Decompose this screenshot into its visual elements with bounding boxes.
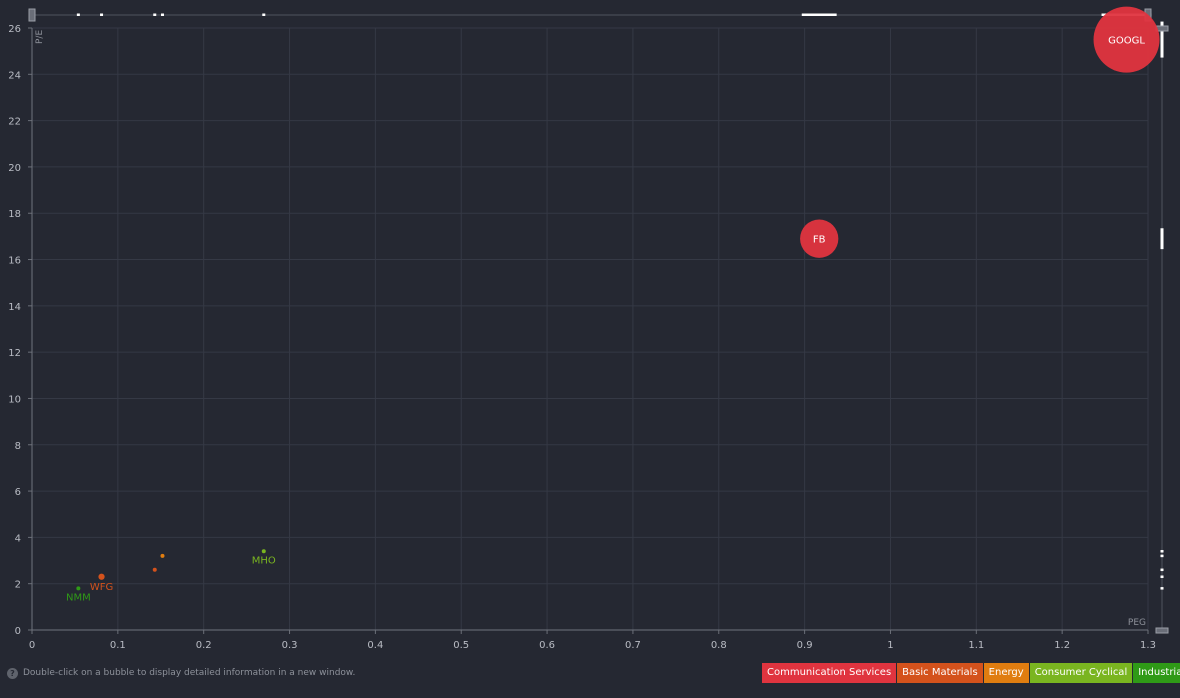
y-navigator-handle-bottom [1155,627,1169,634]
x-navigator-mark [100,13,104,16]
bubble-wfg[interactable]: WFG [90,573,113,593]
y-tick-label: 8 [15,441,21,452]
x-range-navigator[interactable] [28,8,1152,22]
footer-hint: ? Double-click on a bubble to display de… [7,666,355,680]
y-tick-label: 14 [8,302,21,313]
x-navigator-mark [153,13,157,16]
bubble-label: FB [813,235,826,246]
x-tick-label: 0.6 [539,640,555,651]
y-navigator-mark [1160,554,1164,558]
y-navigator-mark [1160,587,1164,590]
bubble-mark [261,549,266,554]
axes: 0 0.1 0.2 0.3 0.4 0.5 0.6 0.7 0.8 0.9 1 1.1 1.2 1.3 0 2… [8,24,1156,651]
y-tick-label: 26 [8,24,21,35]
x-tick-label: 1.2 [1054,640,1070,651]
y-navigator-mark [1160,575,1164,578]
x-tick-label: 1.1 [968,640,984,651]
y-tick-label: 0 [15,626,21,637]
bubble-label: MHO [252,555,276,566]
bubble-nmm[interactable]: NMM [66,586,91,603]
x-tick-label: 1.3 [1140,640,1156,651]
x-tick-label: 0.3 [282,640,298,651]
x-tick-label: 1 [887,640,893,651]
bubble-fb[interactable]: FB [800,219,839,258]
x-navigator-mark [76,13,80,16]
y-navigator-mark [1160,228,1164,250]
x-navigator-mark [160,13,164,16]
grid [31,27,1149,631]
help-icon: ? [7,667,18,679]
footer-hint-text: Double-click on a bubble to display deta… [23,668,356,678]
y-tick-label: 24 [8,70,21,81]
bubble-unlabeled-3[interactable] [152,567,157,572]
bubbles: GOOGL FB WFG MHO NMM [66,6,1160,603]
bubble-mark [160,553,165,558]
x-navigator-mark [801,13,837,16]
x-tick-label: 0.8 [711,640,727,651]
y-range-navigator[interactable] [1155,21,1169,634]
bubble-mark [98,573,105,580]
y-tick-label: 2 [15,580,21,591]
legend-item-energy[interactable]: Energy [982,663,1029,683]
y-tick-label: 4 [15,533,21,544]
y-tick-label: 12 [8,348,21,359]
bubble-unlabeled-4[interactable] [160,553,165,558]
x-axis-title: PEG [1128,618,1146,628]
bubble-mho[interactable]: MHO [252,549,276,566]
legend-item-basic-materials[interactable]: Basic Materials [896,663,983,683]
bubble-label: GOOGL [1108,36,1145,47]
y-navigator-mark [1160,568,1164,572]
x-tick-label: 0.1 [110,640,126,651]
x-navigator-mark [262,13,266,16]
legend-item-consumer-cyclical[interactable]: Consumer Cyclical [1028,663,1133,683]
x-tick-label: 0.4 [367,640,383,651]
x-tick-label: 0.9 [797,640,813,651]
y-axis-title: P/E [35,30,45,44]
x-navigator-handle-left [28,8,36,22]
x-tick-label: 0 [29,640,35,651]
x-tick-label: 0.5 [453,640,469,651]
y-navigator-mark [1160,550,1164,553]
bubble-mark [76,586,81,591]
y-tick-label: 6 [15,487,21,498]
legend: Communication Services Basic Materials Ene… [762,663,1180,683]
bubble-label: WFG [90,582,113,593]
bubble-googl[interactable]: GOOGL [1093,6,1160,73]
y-tick-label: 20 [8,163,21,174]
bubble-mark [152,567,157,572]
y-tick-label: 22 [8,117,21,128]
y-tick-label: 16 [8,256,21,267]
legend-item-communication-services[interactable]: Communication Services [762,663,897,683]
y-tick-label: 18 [8,209,21,220]
x-tick-label: 0.2 [196,640,212,651]
y-tick-label: 10 [8,394,21,405]
bubble-chart: 0 0.1 0.2 0.3 0.4 0.5 0.6 0.7 0.8 0.9 1 1.1 1.2 1.3 0 2… [8,6,1169,651]
x-tick-label: 0.7 [625,640,641,651]
bubble-label: NMM [66,592,91,603]
legend-item-industrials[interactable]: Industrials [1132,663,1180,683]
